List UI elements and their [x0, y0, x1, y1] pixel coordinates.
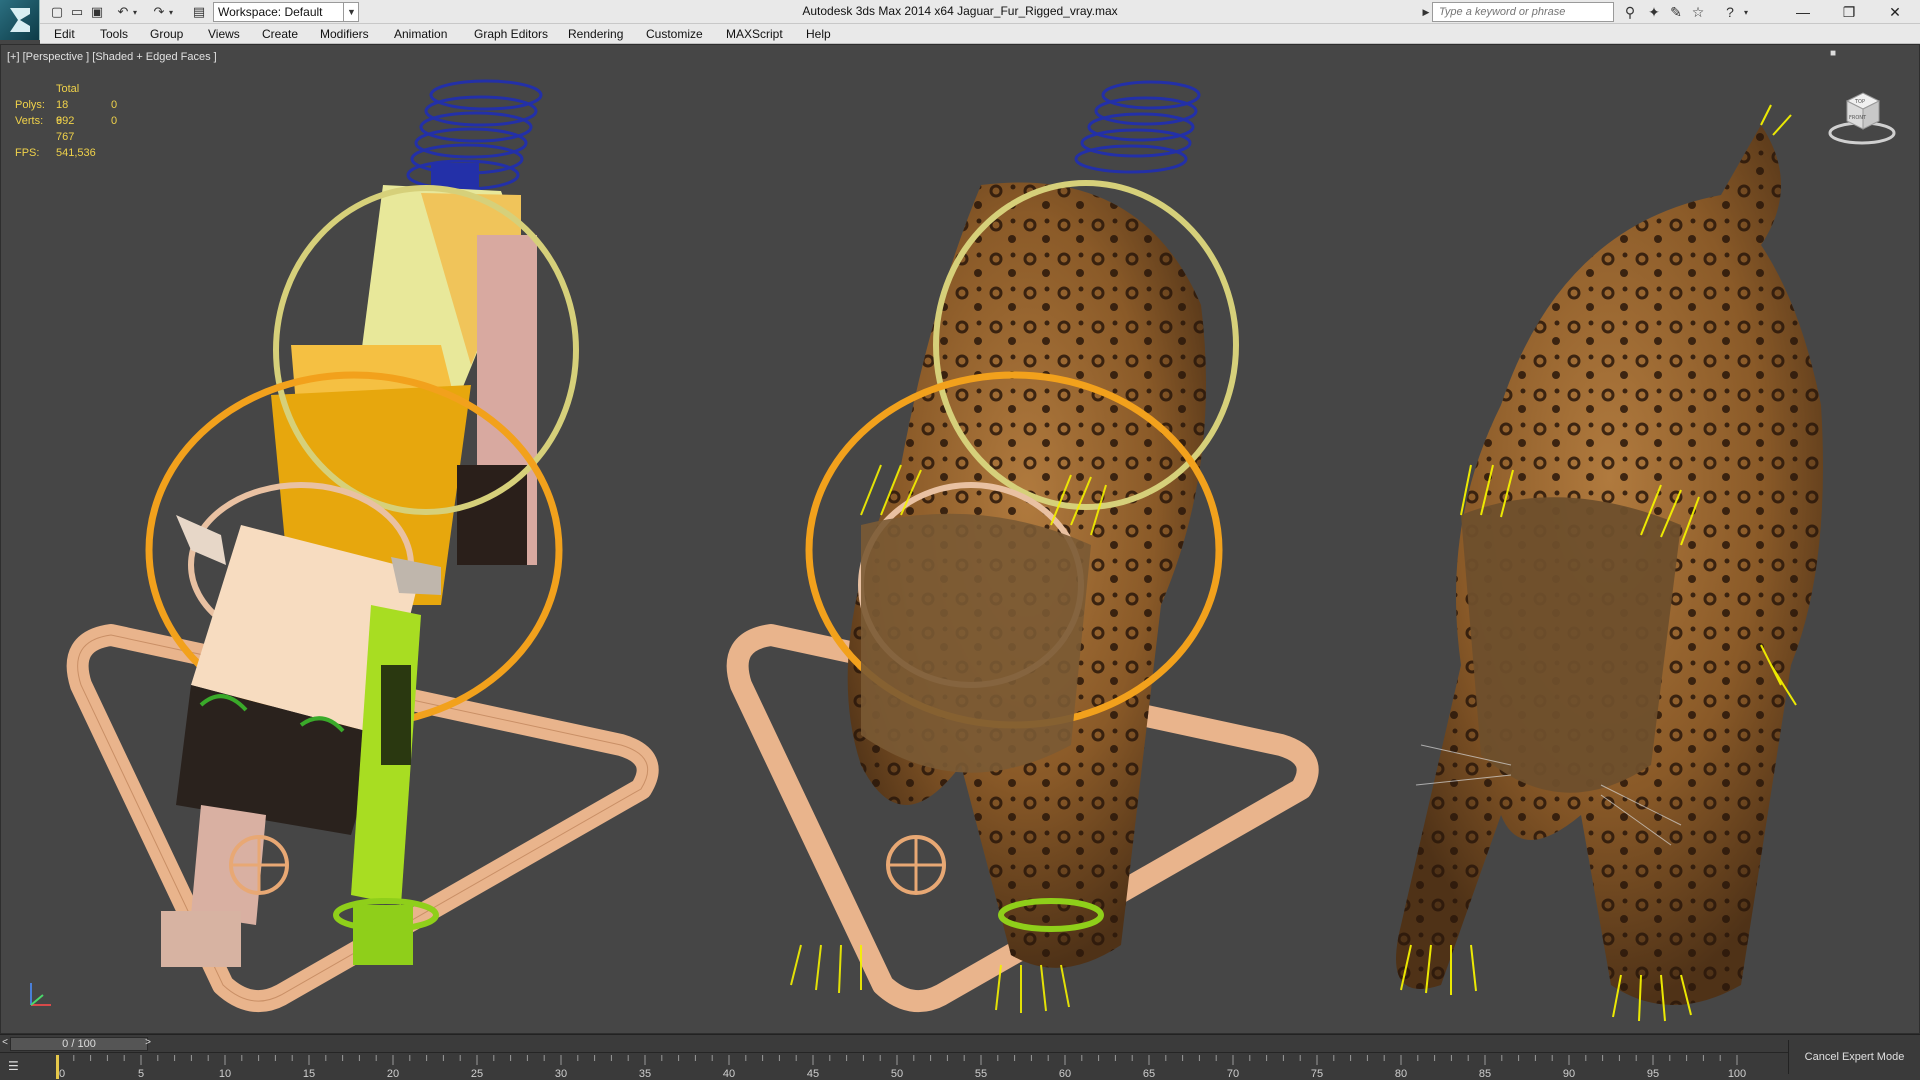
timeline-tick-label: 50: [891, 1068, 903, 1080]
open-file-icon[interactable]: ▭: [68, 3, 86, 21]
current-frame-marker[interactable]: [56, 1055, 59, 1079]
timeline-tick-label: 75: [1311, 1068, 1323, 1080]
menu-group[interactable]: Group: [150, 27, 183, 41]
binoculars-icon[interactable]: ⚲: [1620, 3, 1640, 21]
timeline-tick-label: 90: [1563, 1068, 1575, 1080]
restore-icon[interactable]: ❐: [1826, 0, 1872, 24]
timeline-tick-label: 5: [138, 1068, 144, 1080]
rig-fur-middle: [726, 80, 1319, 1013]
app-menu-button[interactable]: [0, 0, 40, 40]
next-frame-button[interactable]: >: [143, 1037, 153, 1051]
mini-curve-editor-icon[interactable]: ☰: [8, 1059, 30, 1075]
redo-dropdown-icon[interactable]: ▾: [162, 3, 180, 21]
new-file-icon[interactable]: ▢: [48, 3, 66, 21]
communication-center-icon[interactable]: ✎: [1666, 3, 1686, 21]
perspective-viewport[interactable]: [+] [Perspective ] [Shaded + Edged Faces…: [0, 44, 1920, 1034]
project-folder-icon[interactable]: ▤: [190, 3, 208, 21]
timeline-tick-label: 20: [387, 1068, 399, 1080]
search-expand-icon[interactable]: ▶: [1420, 3, 1432, 21]
favorites-star-icon[interactable]: ☆: [1688, 3, 1708, 21]
menu-customize[interactable]: Customize: [646, 27, 703, 41]
menu-animation[interactable]: Animation: [394, 27, 447, 41]
timeline-ruler[interactable]: 0 5 10 15 20 25 30 35 40 45 50 55 60 65 70 75 80 85 90 95 10…: [56, 1053, 1746, 1080]
max-logo-icon: [10, 8, 30, 32]
axis-tripod-icon: [30, 983, 51, 1006]
scene-render: [66, 79, 1823, 1022]
menu-tools[interactable]: Tools: [100, 27, 128, 41]
minimize-icon[interactable]: —: [1780, 0, 1826, 24]
timeline-tick-label: 30: [555, 1068, 567, 1080]
title-bar: ▢ ▭ ▣ ↶ ▾ ↷ ▾ ▤ Workspace: Default ▼ Aut…: [0, 0, 1920, 40]
timeline-tick-label: 10: [219, 1068, 231, 1080]
menu-graph-editors[interactable]: Graph Editors: [474, 27, 548, 41]
viewcube-front-label: FRONT: [1849, 115, 1867, 121]
menu-create[interactable]: Create: [262, 27, 298, 41]
menu-maxscript[interactable]: MAXScript: [726, 27, 783, 41]
menu-views[interactable]: Views: [208, 27, 240, 41]
save-icon[interactable]: ▣: [88, 3, 106, 21]
timeline-tick-label: 65: [1143, 1068, 1155, 1080]
rig-proxy-left: [66, 79, 659, 1012]
chevron-down-icon[interactable]: ▼: [343, 2, 359, 22]
subscription-icon[interactable]: ✦: [1644, 3, 1664, 21]
viewcube-top-label: TOP: [1854, 99, 1865, 105]
timeline-tick-label: 0: [59, 1068, 65, 1080]
timeline-tick-label: 70: [1227, 1068, 1239, 1080]
time-slider[interactable]: 0 / 100: [10, 1037, 148, 1051]
timeline-tick-label: 100: [1728, 1068, 1746, 1080]
timeline-tick-label: 80: [1395, 1068, 1407, 1080]
viewcube-navigation[interactable]: TOP FRONT: [1827, 81, 1897, 151]
close-icon[interactable]: ✕: [1872, 0, 1918, 24]
timeline-tick-label: 95: [1647, 1068, 1659, 1080]
time-slider-bar: < 0 / 100 >: [0, 1034, 1920, 1052]
timeline-tick-label: 55: [975, 1068, 987, 1080]
help-dropdown-icon[interactable]: ▾: [1736, 3, 1756, 21]
workspace-dropdown[interactable]: Workspace: Default: [213, 2, 359, 22]
menu-edit[interactable]: Edit: [54, 27, 75, 41]
timeline-tick-label: 35: [639, 1068, 651, 1080]
track-bar[interactable]: ☰ 0 5 10 15 20 25 30 35 40 45 50 55 60 65 70 75 80 85 90 95…: [0, 1052, 1920, 1080]
menu-bar: Edit Tools Group Views Create Modifiers …: [40, 24, 1920, 44]
timeline-tick-label: 40: [723, 1068, 735, 1080]
menu-rendering[interactable]: Rendering: [568, 27, 623, 41]
timeline-tick-label: 15: [303, 1068, 315, 1080]
jaguar-fur-right: [1396, 104, 1823, 1022]
menu-modifiers[interactable]: Modifiers: [320, 27, 369, 41]
prev-frame-button[interactable]: <: [0, 1037, 10, 1051]
menu-help[interactable]: Help: [806, 27, 831, 41]
cancel-expert-mode-button[interactable]: Cancel Expert Mode: [1788, 1040, 1920, 1074]
timeline-tick-label: 45: [807, 1068, 819, 1080]
search-input[interactable]: [1432, 2, 1614, 22]
timeline-tick-label: 25: [471, 1068, 483, 1080]
window-title: Autodesk 3ds Max 2014 x64 Jaguar_Fur_Rig…: [802, 4, 1118, 18]
undo-dropdown-icon[interactable]: ▾: [126, 3, 144, 21]
timeline-tick-label: 85: [1479, 1068, 1491, 1080]
timeline-tick-label: 60: [1059, 1068, 1071, 1080]
